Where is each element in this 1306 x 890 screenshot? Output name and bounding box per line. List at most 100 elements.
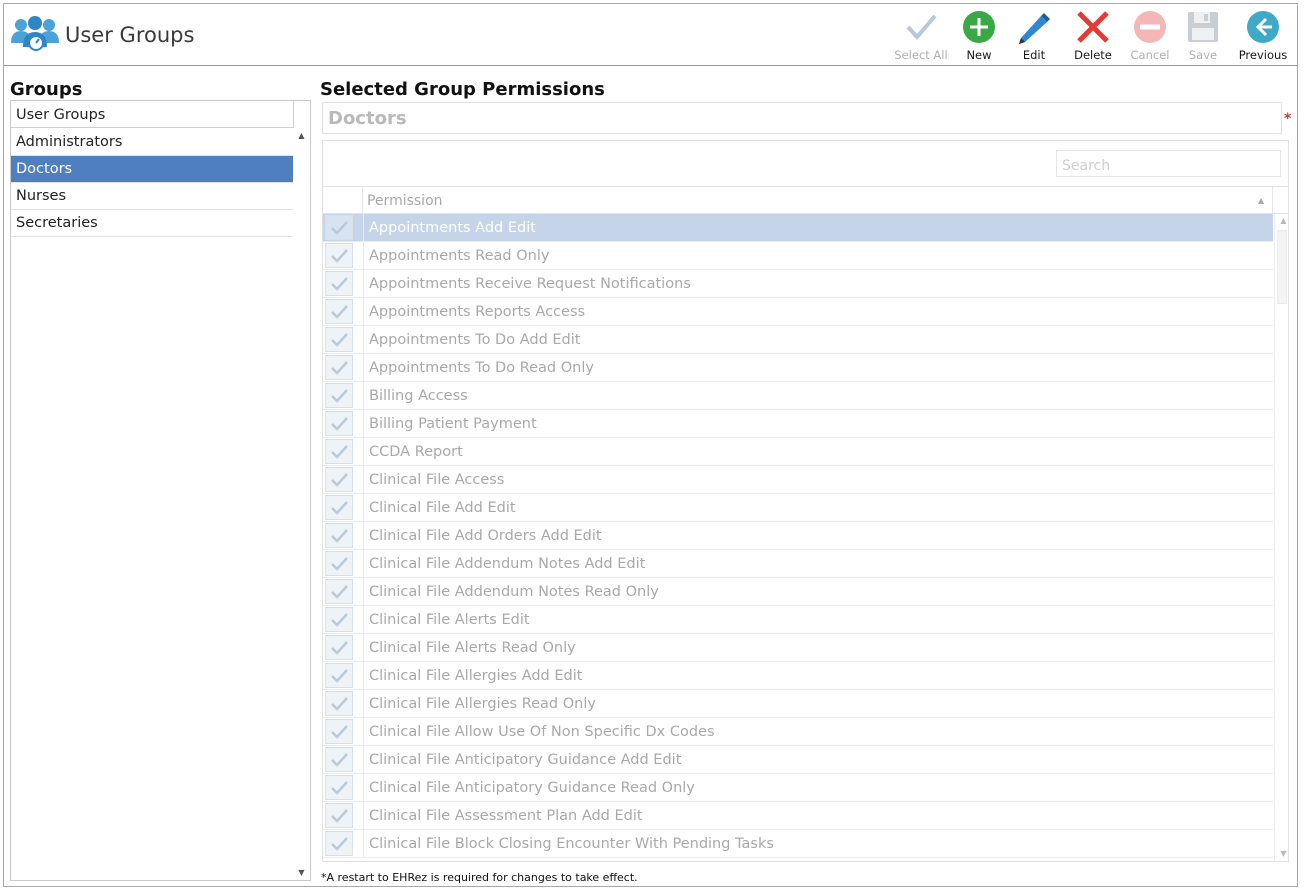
permission-label: Clinical File Allow Use Of Non Specific …	[369, 724, 715, 740]
cell-separator	[363, 634, 364, 661]
table-row[interactable]: Clinical File Alerts Read Only	[323, 634, 1273, 662]
table-row[interactable]: Clinical File Access	[323, 466, 1273, 494]
checkmark-icon	[331, 333, 348, 347]
select-all-button[interactable]: Select All	[891, 8, 951, 64]
permission-label: Clinical File Anticipatory Guidance Add …	[369, 752, 682, 768]
pencil-icon	[1019, 13, 1050, 44]
edit-label: Edit	[1022, 48, 1046, 62]
permission-label: Clinical File Addendum Notes Add Edit	[369, 556, 646, 572]
checkmark-icon	[331, 249, 348, 263]
checkmark-icon	[331, 529, 348, 543]
scroll-down-arrow-icon[interactable]: ▼	[1275, 847, 1288, 861]
checkmark-icon	[331, 361, 348, 375]
permission-checkbox[interactable]	[325, 719, 353, 744]
permission-checkbox[interactable]	[325, 803, 353, 828]
table-row[interactable]: Billing Patient Payment	[323, 410, 1273, 438]
permission-checkbox[interactable]	[325, 691, 353, 716]
checkmark-icon	[331, 501, 348, 515]
table-row[interactable]: Clinical File Add Edit	[323, 494, 1273, 522]
groups-list: Administrators Doctors Nurses Secretarie…	[11, 129, 293, 237]
table-row[interactable]: Clinical File Anticipatory Guidance Read…	[323, 774, 1273, 802]
table-row[interactable]: Clinical File Anticipatory Guidance Add …	[323, 746, 1273, 774]
save-button[interactable]: Save	[1173, 8, 1233, 64]
permission-checkbox[interactable]	[325, 383, 353, 408]
table-row[interactable]: Appointments Add Edit	[323, 214, 1273, 242]
permission-checkbox[interactable]	[325, 551, 353, 576]
new-button[interactable]: New	[949, 8, 1009, 64]
scroll-thumb[interactable]	[1277, 230, 1287, 304]
table-row[interactable]: Appointments To Do Read Only	[323, 354, 1273, 382]
table-row[interactable]: Appointments To Do Add Edit	[323, 326, 1273, 354]
permission-checkbox[interactable]	[325, 831, 353, 856]
table-row[interactable]: Clinical File Allergies Read Only	[323, 690, 1273, 718]
checkmark-icon	[331, 585, 348, 599]
permission-checkbox[interactable]	[325, 439, 353, 464]
table-row[interactable]: Appointments Read Only	[323, 242, 1273, 270]
cell-separator	[363, 746, 364, 773]
previous-label: Previous	[1238, 48, 1288, 62]
permission-checkbox[interactable]	[325, 215, 353, 240]
floppy-disk-icon	[1188, 12, 1218, 42]
checkmark-icon	[331, 809, 348, 823]
search-input[interactable]	[1056, 150, 1281, 177]
cell-separator	[363, 438, 364, 465]
plus-circle-icon	[963, 11, 995, 43]
permission-checkbox[interactable]	[325, 663, 353, 688]
group-item-administrators[interactable]: Administrators	[11, 129, 293, 156]
scroll-up-arrow-icon[interactable]: ▲	[1275, 214, 1288, 228]
permission-label: Clinical File Addendum Notes Read Only	[369, 584, 659, 600]
permission-checkbox[interactable]	[325, 327, 353, 352]
table-row[interactable]: Clinical File Block Closing Encounter Wi…	[323, 830, 1273, 858]
checkmark-icon	[331, 725, 348, 739]
permission-column-header[interactable]: Permission ▲	[323, 186, 1288, 214]
permission-column-label: Permission	[367, 193, 443, 209]
check-column-header	[323, 187, 363, 214]
delete-button[interactable]: Delete	[1063, 8, 1123, 64]
cancel-button[interactable]: Cancel	[1120, 8, 1180, 64]
table-row[interactable]: Clinical File Alerts Edit	[323, 606, 1273, 634]
table-row[interactable]: Appointments Reports Access	[323, 298, 1273, 326]
table-row[interactable]: Clinical File Addendum Notes Add Edit	[323, 550, 1273, 578]
permission-checkbox[interactable]	[325, 467, 353, 492]
table-row[interactable]: CCDA Report	[323, 438, 1273, 466]
cell-separator	[363, 298, 364, 325]
permission-checkbox[interactable]	[325, 747, 353, 772]
permission-label: Clinical File Allergies Add Edit	[369, 668, 583, 684]
permission-checkbox[interactable]	[325, 299, 353, 324]
permission-checkbox[interactable]	[325, 579, 353, 604]
scroll-down-arrow-icon[interactable]: ▼	[293, 866, 310, 880]
select-all-label: Select All	[894, 48, 948, 62]
permission-checkbox[interactable]	[325, 607, 353, 632]
permission-label: Clinical File Block Closing Encounter Wi…	[369, 836, 774, 852]
required-marker: *	[1284, 111, 1292, 127]
table-row[interactable]: Clinical File Allergies Add Edit	[323, 662, 1273, 690]
table-row[interactable]: Appointments Receive Request Notificatio…	[323, 270, 1273, 298]
checkmark-icon	[331, 697, 348, 711]
permission-checkbox[interactable]	[325, 355, 353, 380]
table-row[interactable]: Clinical File Addendum Notes Read Only	[323, 578, 1273, 606]
permission-checkbox[interactable]	[325, 495, 353, 520]
previous-button[interactable]: Previous	[1233, 8, 1293, 64]
permission-checkbox[interactable]	[325, 523, 353, 548]
table-row[interactable]: Clinical File Allow Use Of Non Specific …	[323, 718, 1273, 746]
table-row[interactable]: Clinical File Assessment Plan Add Edit	[323, 802, 1273, 830]
table-row[interactable]: Billing Access	[323, 382, 1273, 410]
edit-button[interactable]: Edit	[1004, 8, 1064, 64]
group-item-doctors[interactable]: Doctors	[11, 156, 293, 183]
group-name-field[interactable]: Doctors	[322, 102, 1282, 134]
groups-column-header[interactable]: User Groups	[11, 101, 294, 128]
group-item-secretaries[interactable]: Secretaries	[11, 210, 293, 237]
permission-checkbox[interactable]	[325, 271, 353, 296]
permissions-grid: Permission ▲ Appointments Add EditAppoin…	[322, 140, 1289, 862]
permission-checkbox[interactable]	[325, 635, 353, 660]
group-item-nurses[interactable]: Nurses	[11, 183, 293, 210]
permission-checkbox[interactable]	[325, 411, 353, 436]
table-row[interactable]: Clinical File Add Orders Add Edit	[323, 522, 1273, 550]
permission-label: Clinical File Assessment Plan Add Edit	[369, 808, 643, 824]
permission-checkbox[interactable]	[325, 775, 353, 800]
groups-scrollbar[interactable]: ▲ ▼	[293, 129, 310, 880]
permission-label: Clinical File Alerts Edit	[369, 612, 530, 628]
scroll-up-arrow-icon[interactable]: ▲	[293, 129, 310, 143]
permission-checkbox[interactable]	[325, 243, 353, 268]
permissions-scrollbar[interactable]: ▲ ▼	[1274, 214, 1288, 861]
